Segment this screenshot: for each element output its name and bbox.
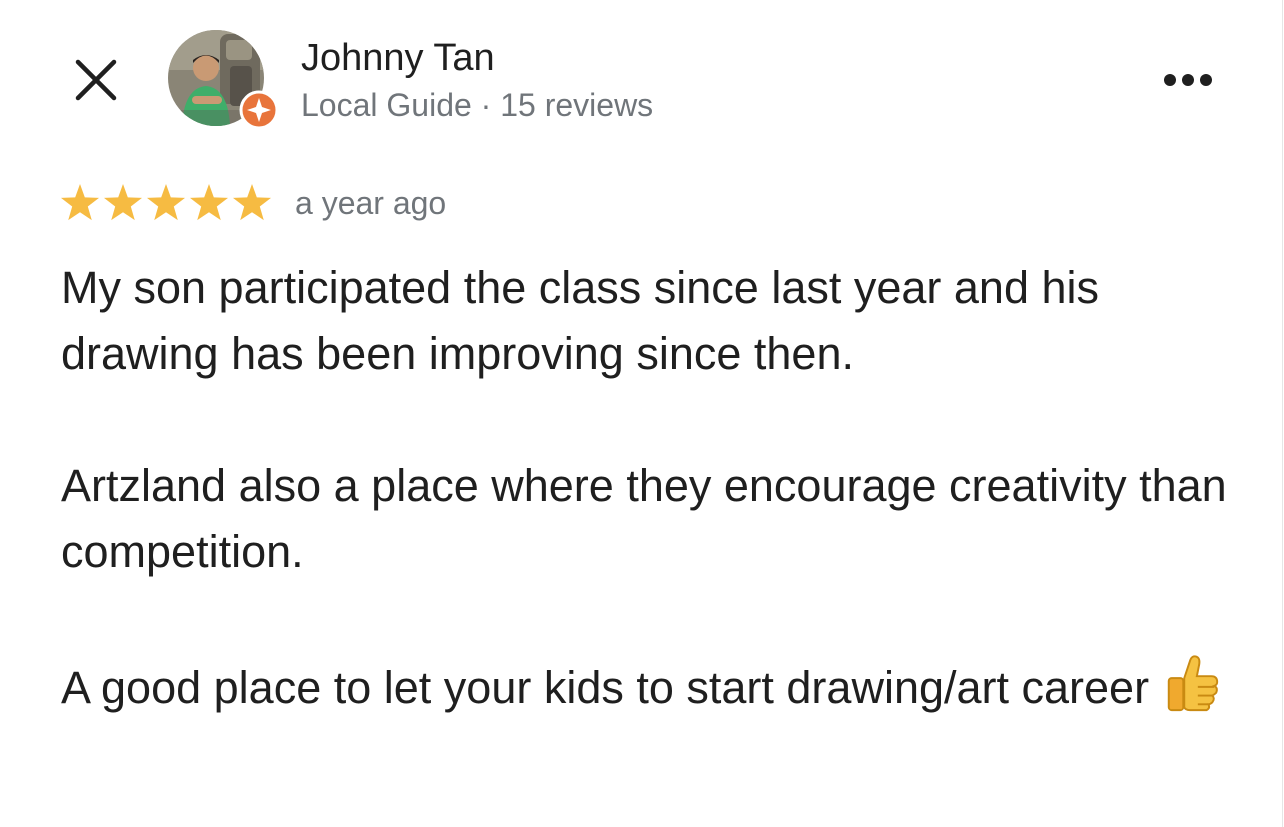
star-icon	[103, 184, 143, 221]
review-dialog: Johnny Tan Local Guide · 15 reviews a ye…	[0, 0, 1283, 827]
star-icon	[60, 184, 100, 221]
review-time: a year ago	[295, 185, 447, 221]
reviewer-name[interactable]: Johnny Tan	[301, 36, 495, 80]
review-paragraph: My son participated the class since last…	[61, 262, 1100, 379]
review-paragraph-text: A good place to let your kids to start d…	[61, 662, 1150, 713]
close-icon	[75, 59, 117, 101]
local-guide-badge-icon	[239, 90, 279, 130]
star-icon	[146, 184, 186, 221]
star-icon	[189, 184, 229, 221]
more-options-icon	[1164, 74, 1212, 86]
more-options-button[interactable]	[1158, 60, 1218, 100]
review-paragraph: Artzland also a place where they encoura…	[61, 460, 1227, 577]
local-guide-label: Local Guide	[301, 87, 472, 123]
reviewer-meta: Local Guide · 15 reviews	[301, 86, 653, 124]
meta-separator: ·	[480, 87, 492, 123]
review-paragraph: A good place to let your kids to start d…	[61, 651, 1241, 721]
review-count: 15 reviews	[500, 87, 654, 123]
close-button[interactable]	[68, 52, 124, 108]
thumbs-up-icon	[1167, 655, 1219, 712]
review-body: My son participated the class since last…	[61, 255, 1241, 721]
star-icon	[232, 184, 272, 221]
star-rating	[60, 184, 272, 221]
reviewer-avatar-group	[168, 30, 279, 130]
